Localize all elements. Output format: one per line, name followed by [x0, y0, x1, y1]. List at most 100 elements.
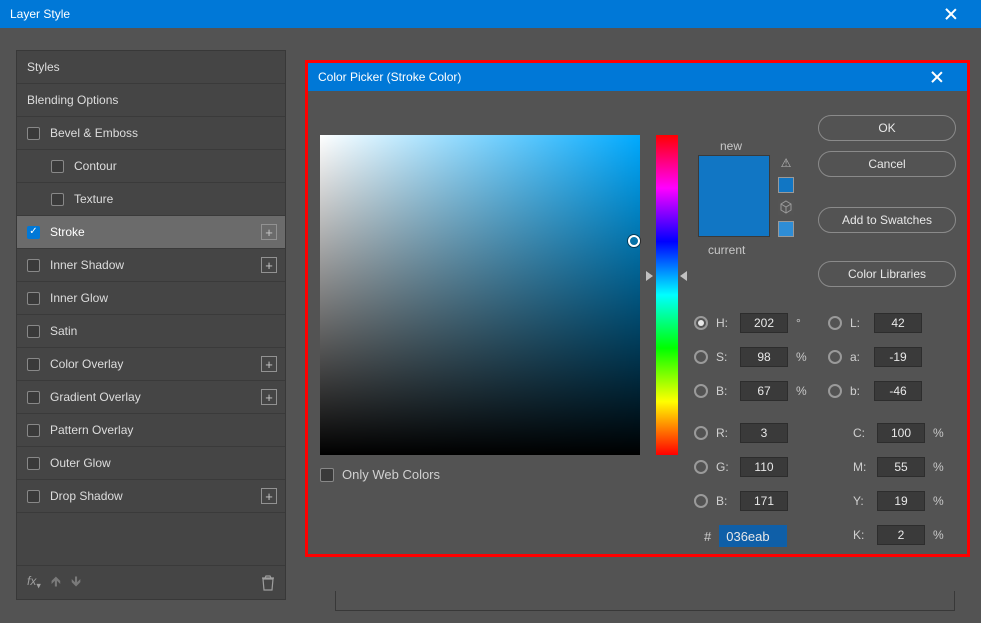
radio-icon[interactable]: [828, 384, 842, 398]
h-input[interactable]: [740, 313, 788, 333]
g-label: G:: [716, 460, 732, 474]
layer-style-window: Layer Style Styles Blending Options Beve…: [0, 0, 981, 623]
layer-style-titlebar[interactable]: Layer Style: [0, 0, 981, 28]
color-picker-titlebar[interactable]: Color Picker (Stroke Color): [308, 63, 967, 91]
radio-icon[interactable]: [694, 384, 708, 398]
m-input[interactable]: [877, 457, 925, 477]
radio-icon[interactable]: [694, 494, 708, 508]
checkbox-icon[interactable]: [27, 424, 40, 437]
styles-footer: fx▾ 🡹 🡻: [17, 565, 285, 599]
add-effect-icon[interactable]: +: [261, 488, 277, 504]
a-input[interactable]: [874, 347, 922, 367]
move-down-icon[interactable]: 🡻: [71, 571, 81, 595]
hex-input[interactable]: [719, 525, 787, 547]
style-row-label: Contour: [74, 159, 117, 173]
hue-slider[interactable]: [656, 135, 678, 455]
hue-slider-handle-right-icon[interactable]: [680, 271, 687, 281]
add-effect-icon[interactable]: +: [261, 356, 277, 372]
style-row-contour[interactable]: Contour: [17, 150, 285, 183]
y-label: Y:: [853, 494, 869, 508]
only-web-colors-label: Only Web Colors: [342, 467, 440, 482]
unit-label: %: [796, 384, 810, 398]
gamut-swatch-icon[interactable]: [778, 177, 794, 193]
layer-style-close-button[interactable]: [931, 0, 971, 28]
b-rgb-input[interactable]: [740, 491, 788, 511]
c-field-row: C:%: [853, 423, 947, 443]
color-libraries-button[interactable]: Color Libraries: [818, 261, 956, 287]
add-effect-icon[interactable]: +: [261, 224, 277, 240]
radio-icon[interactable]: [694, 350, 708, 364]
checkbox-icon[interactable]: [27, 457, 40, 470]
cancel-button[interactable]: Cancel: [818, 151, 956, 177]
bhsl-field-row: B:%: [694, 381, 810, 401]
websafe-cube-icon[interactable]: [778, 199, 794, 215]
k-label: K:: [853, 528, 869, 542]
ok-button[interactable]: OK: [818, 115, 956, 141]
fx-menu-button[interactable]: fx▾: [27, 574, 41, 591]
new-color-swatch[interactable]: [699, 156, 769, 196]
y-input[interactable]: [877, 491, 925, 511]
checkbox-icon[interactable]: [27, 226, 40, 239]
m-label: M:: [853, 460, 869, 474]
style-row-label: Stroke: [50, 225, 85, 239]
current-color-swatch[interactable]: [699, 196, 769, 236]
styles-header[interactable]: Styles: [17, 51, 285, 84]
add-to-swatches-button[interactable]: Add to Swatches: [818, 207, 956, 233]
s-label: S:: [716, 350, 732, 364]
radio-icon[interactable]: [694, 316, 708, 330]
l-field-row: L:: [828, 313, 922, 333]
add-effect-icon[interactable]: +: [261, 389, 277, 405]
a-label: a:: [850, 350, 866, 364]
l-input[interactable]: [874, 313, 922, 333]
style-row-stroke[interactable]: Stroke +: [17, 216, 285, 249]
bhsl-input[interactable]: [740, 381, 788, 401]
style-row-inner-shadow[interactable]: Inner Shadow+: [17, 249, 285, 282]
hue-slider-handle-left-icon[interactable]: [646, 271, 653, 281]
checkbox-icon[interactable]: [51, 160, 64, 173]
style-row-satin[interactable]: Satin: [17, 315, 285, 348]
move-up-icon[interactable]: 🡹: [51, 571, 61, 595]
checkbox-icon[interactable]: [27, 391, 40, 404]
checkbox-icon[interactable]: [51, 193, 64, 206]
radio-icon[interactable]: [694, 426, 708, 440]
checkbox-icon[interactable]: [27, 292, 40, 305]
k-input[interactable]: [877, 525, 925, 545]
style-row-pattern-overlay[interactable]: Pattern Overlay: [17, 414, 285, 447]
g-input[interactable]: [740, 457, 788, 477]
background-panel-outline: [335, 591, 955, 611]
websafe-swatch-icon[interactable]: [778, 221, 794, 237]
delete-icon[interactable]: [261, 575, 275, 591]
checkbox-icon[interactable]: [27, 325, 40, 338]
s-input[interactable]: [740, 347, 788, 367]
blending-options-row[interactable]: Blending Options: [17, 84, 285, 117]
style-row-texture[interactable]: Texture: [17, 183, 285, 216]
style-row-drop-shadow[interactable]: Drop Shadow+: [17, 480, 285, 513]
checkbox-icon[interactable]: [27, 358, 40, 371]
color-picker-close-button[interactable]: [917, 63, 957, 91]
style-row-bevel-emboss[interactable]: Bevel & Emboss: [17, 117, 285, 150]
style-row-label: Bevel & Emboss: [50, 126, 138, 140]
radio-icon[interactable]: [828, 350, 842, 364]
b-lab-label: b:: [850, 384, 866, 398]
style-row-inner-glow[interactable]: Inner Glow: [17, 282, 285, 315]
only-web-colors-checkbox[interactable]: Only Web Colors: [320, 467, 440, 482]
c-input[interactable]: [877, 423, 925, 443]
radio-icon[interactable]: [828, 316, 842, 330]
saturation-value-field[interactable]: [320, 135, 640, 455]
color-cursor-icon[interactable]: [628, 235, 640, 247]
checkbox-icon[interactable]: [27, 127, 40, 140]
style-row-color-overlay[interactable]: Color Overlay+: [17, 348, 285, 381]
radio-icon[interactable]: [694, 460, 708, 474]
unit-label: °: [796, 316, 810, 330]
style-row-gradient-overlay[interactable]: Gradient Overlay+: [17, 381, 285, 414]
checkbox-icon[interactable]: [27, 490, 40, 503]
b-lab-input[interactable]: [874, 381, 922, 401]
color-picker-body: new current ⚠ OK Cancel Add to Swatches …: [308, 91, 967, 554]
gamut-warning-icon[interactable]: ⚠: [778, 155, 794, 171]
r-input[interactable]: [740, 423, 788, 443]
checkbox-icon[interactable]: [27, 259, 40, 272]
style-row-label: Satin: [50, 324, 77, 338]
s-field-row: S:%: [694, 347, 810, 367]
add-effect-icon[interactable]: +: [261, 257, 277, 273]
style-row-outer-glow[interactable]: Outer Glow: [17, 447, 285, 480]
